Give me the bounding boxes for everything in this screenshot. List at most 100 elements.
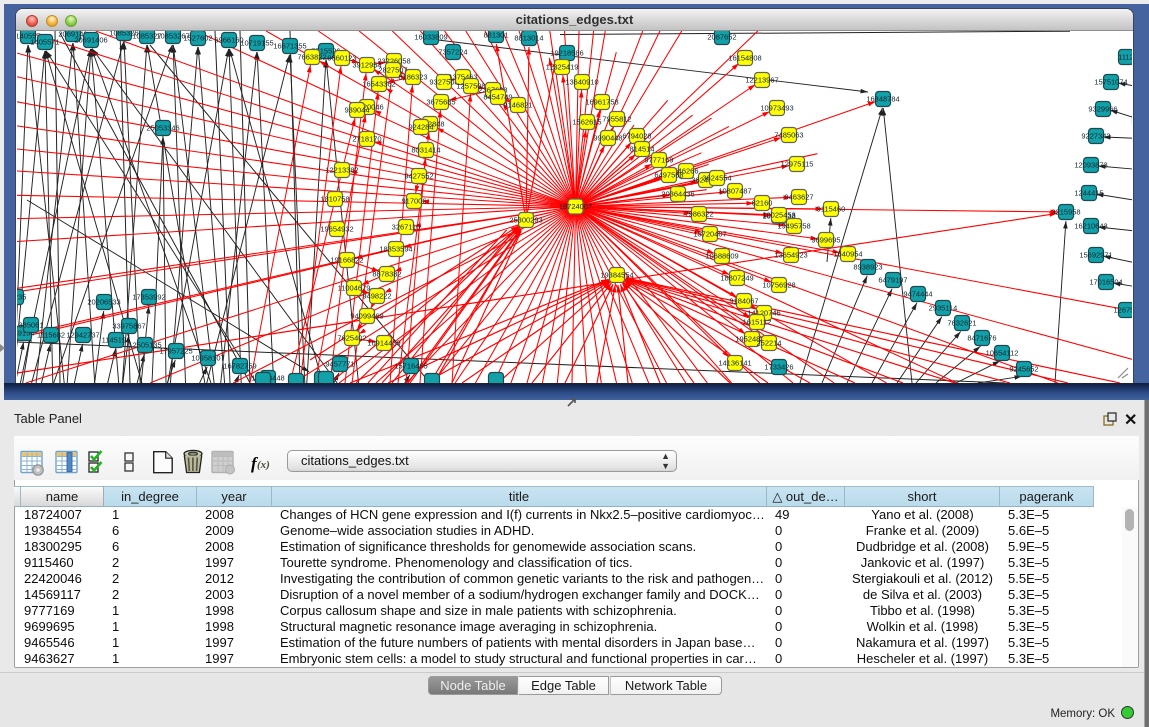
svg-text:(x): (x) <box>257 459 270 471</box>
svg-text:7485063: 7485063 <box>774 131 803 140</box>
svg-text:9699695: 9699695 <box>811 236 840 245</box>
svg-text:3215958: 3215958 <box>1051 208 1080 217</box>
svg-text:20691406: 20691406 <box>74 36 107 45</box>
svg-text:11325419: 11325419 <box>546 63 579 72</box>
svg-text:18807249: 18807249 <box>720 274 753 283</box>
svg-text:1733426: 1733426 <box>764 363 793 372</box>
svg-text:12213967: 12213967 <box>745 76 778 85</box>
svg-text:7357224: 7357224 <box>438 48 467 57</box>
svg-text:9777169: 9777169 <box>644 156 673 165</box>
svg-text:2087652: 2087652 <box>707 33 736 42</box>
svg-text:17353992: 17353992 <box>132 293 165 302</box>
svg-text:1562615: 1562615 <box>572 118 601 127</box>
svg-text:12093873: 12093873 <box>1074 161 1107 170</box>
svg-text:9457771: 9457771 <box>325 360 354 369</box>
svg-text:1810758: 1810758 <box>320 195 349 204</box>
svg-text:8938923: 8938923 <box>853 263 882 272</box>
svg-text:12975115: 12975115 <box>781 160 814 169</box>
svg-text:881301: 881301 <box>483 31 508 40</box>
svg-text:17016504: 17016504 <box>1089 278 1122 287</box>
svg-text:12213382: 12213382 <box>325 166 358 175</box>
svg-text:9329966: 9329966 <box>1088 105 1117 114</box>
svg-text:1527602: 1527602 <box>183 34 212 43</box>
svg-text:9115460: 9115460 <box>817 205 846 214</box>
svg-text:9990448: 9990448 <box>593 134 622 143</box>
svg-text:19166822: 19166822 <box>330 256 363 265</box>
svg-text:8186323: 8186323 <box>398 73 427 82</box>
svg-text:13640910: 13640910 <box>565 78 598 87</box>
svg-text:16210643: 16210643 <box>1074 222 1107 231</box>
svg-text:16782759: 16782759 <box>223 362 256 371</box>
svg-text:15692971: 15692971 <box>1079 251 1112 260</box>
svg-text:17957225: 17957225 <box>159 347 192 356</box>
svg-text:8813014: 8813014 <box>514 34 543 43</box>
svg-text:33975867: 33975867 <box>112 322 145 331</box>
svg-text:7663822: 7663822 <box>297 53 326 62</box>
svg-text:2935114: 2935114 <box>929 304 958 313</box>
svg-text:1615112: 1615112 <box>743 318 772 327</box>
svg-text:252214: 252214 <box>756 339 781 348</box>
svg-text:10756928: 10756928 <box>762 281 795 290</box>
svg-text:16848784: 16848784 <box>866 95 899 104</box>
svg-text:9184067: 9184067 <box>729 297 758 306</box>
svg-text:10973493: 10973493 <box>760 104 793 113</box>
svg-text:15720407: 15720407 <box>693 230 726 239</box>
svg-text:6794028: 6794028 <box>622 132 651 141</box>
svg-text:18353594: 18353594 <box>379 245 412 254</box>
svg-text:94099469: 94099469 <box>350 312 383 321</box>
svg-text:16154808: 16154808 <box>728 54 761 63</box>
svg-text:9474444: 9474444 <box>903 290 932 299</box>
svg-text:25300293: 25300293 <box>509 216 542 225</box>
svg-text:16033809: 16033809 <box>414 33 447 42</box>
svg-text:10719155: 10719155 <box>240 39 273 48</box>
svg-text:16914439: 16914439 <box>367 339 400 348</box>
svg-text:3624554: 3624554 <box>702 174 731 183</box>
svg-text:1112: 1112 <box>1118 53 1132 62</box>
svg-text:1405571: 1405571 <box>30 38 59 47</box>
svg-text:13235: 13235 <box>17 293 26 302</box>
svg-text:18724007: 18724007 <box>559 202 592 211</box>
svg-text:9245652: 9245652 <box>1009 365 1038 374</box>
svg-text:6497568: 6497568 <box>654 171 683 180</box>
svg-text:939044: 939044 <box>344 106 369 115</box>
svg-text:10807487: 10807487 <box>718 187 751 196</box>
svg-text:9427552: 9427552 <box>404 172 433 181</box>
svg-text:20364436: 20364436 <box>661 190 694 199</box>
svg-text:15716485: 15716485 <box>394 362 427 371</box>
svg-text:62160: 62160 <box>752 199 773 208</box>
svg-text:1640954: 1640954 <box>833 250 862 259</box>
svg-text:6479197: 6479197 <box>878 276 907 285</box>
svg-text:924284: 924284 <box>408 123 433 132</box>
svg-text:7986322: 7986322 <box>684 210 713 219</box>
svg-text:917006: 917006 <box>401 197 426 206</box>
svg-text:9146821: 9146821 <box>503 101 532 110</box>
svg-text:19218586: 19218586 <box>550 49 583 58</box>
svg-text:16961758: 16961758 <box>585 98 618 107</box>
svg-text:385061: 385061 <box>18 321 43 330</box>
svg-text:8471676: 8471676 <box>967 334 996 343</box>
svg-text:1244415: 1244415 <box>1074 189 1103 198</box>
svg-text:126753: 126753 <box>1113 306 1132 315</box>
svg-text:814514: 814514 <box>629 145 654 154</box>
svg-text:8878382: 8878382 <box>372 270 401 279</box>
svg-text:9463627: 9463627 <box>784 193 813 202</box>
svg-text:15751074: 15751074 <box>1094 78 1127 87</box>
svg-text:1145194: 1145194 <box>102 336 131 345</box>
svg-text:7955812: 7955812 <box>602 115 631 124</box>
svg-text:16543362: 16543362 <box>362 80 395 89</box>
svg-text:2718170: 2718170 <box>352 135 381 144</box>
svg-text:7625402: 7625402 <box>337 334 366 343</box>
svg-text:3267110: 3267110 <box>392 223 421 232</box>
svg-text:13654923: 13654923 <box>774 251 807 260</box>
svg-text:20206533: 20206533 <box>87 298 120 307</box>
svg-text:25053346: 25053346 <box>146 124 179 133</box>
svg-text:8031414: 8031414 <box>411 146 440 155</box>
svg-text:14136141: 14136141 <box>718 359 751 368</box>
svg-text:1115682: 1115682 <box>37 331 65 340</box>
svg-text:10688609: 10688609 <box>705 252 738 261</box>
svg-text:12942737: 12942737 <box>66 331 99 340</box>
svg-text:10958107: 10958107 <box>191 354 224 363</box>
svg-text:19384554: 19384554 <box>600 271 633 280</box>
svg-text:9227342: 9227342 <box>1081 132 1110 141</box>
svg-text:16671355: 16671355 <box>273 42 306 51</box>
